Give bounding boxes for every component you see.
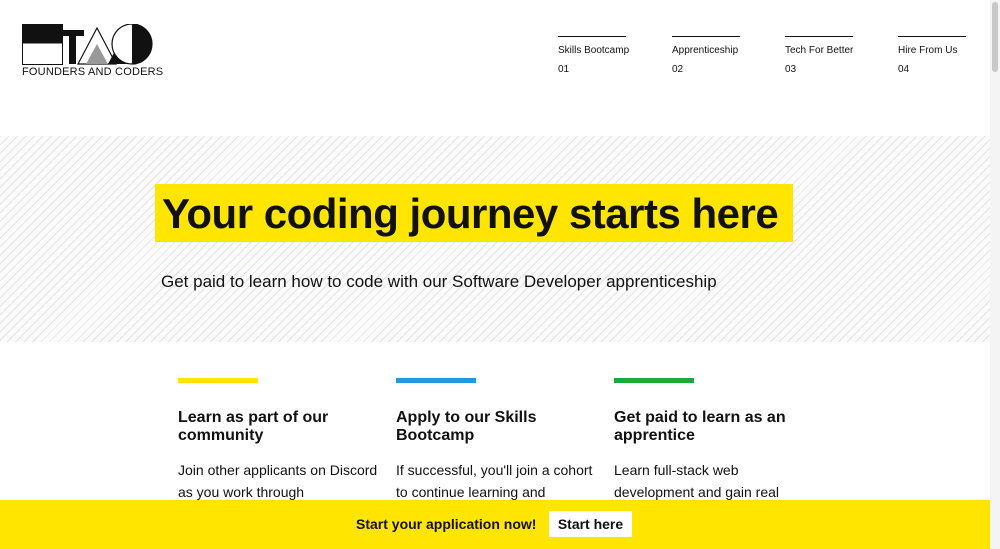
- hero-section: Your coding journey starts here Get paid…: [0, 136, 990, 342]
- step-body: Join other applicants on Discord as you …: [178, 462, 378, 500]
- logo-icon: [22, 24, 153, 65]
- nav-item-label: Apprenticeship: [672, 45, 739, 56]
- nav-item-number: 03: [785, 64, 797, 75]
- step-card-apprentice: Get paid to learn as an apprentice Learn…: [614, 378, 814, 503]
- step-accent-bar: [396, 378, 476, 383]
- nav-item-apprenticeship[interactable]: Apprenticeship 02: [672, 36, 740, 75]
- step-accent-bar: [178, 378, 258, 383]
- start-here-button[interactable]: Start here: [549, 511, 632, 537]
- step-title: Learn as part of our community: [178, 409, 329, 444]
- step-card-community: Learn as part of our community Join othe…: [178, 378, 378, 503]
- nav-item-number: 01: [558, 64, 570, 75]
- logo-text: FOUNDERS AND CODERS: [22, 66, 164, 78]
- nav-item-hire-from-us[interactable]: Hire From Us 04: [898, 36, 966, 75]
- scrollbar-thumb[interactable]: [992, 2, 998, 72]
- nav-item-number: 02: [672, 64, 684, 75]
- step-accent-bar: [614, 378, 694, 383]
- nav-item-label: Hire From Us: [898, 45, 958, 56]
- application-cta-bar: Start your application now! Start here: [0, 500, 990, 549]
- nav-item-label: Tech For Better: [785, 45, 854, 56]
- nav-item-label: Skills Bootcamp: [558, 45, 630, 56]
- step-title: Apply to our Skills Bootcamp: [396, 409, 537, 444]
- step-body: Learn full-stack web development and gai…: [614, 462, 780, 500]
- hero-subtitle: Get paid to learn how to code with our S…: [161, 272, 717, 291]
- cta-text: Start your application now!: [356, 516, 537, 532]
- nav-item-number: 04: [898, 64, 910, 75]
- step-body: If successful, you'll join a cohort to c…: [396, 462, 593, 500]
- step-title: Get paid to learn as an apprentice: [614, 409, 786, 444]
- site-header: FOUNDERS AND CODERS Skills Bootcamp 01 A…: [0, 0, 990, 136]
- logo[interactable]: FOUNDERS AND CODERS: [22, 24, 163, 80]
- nav-item-skills-bootcamp[interactable]: Skills Bootcamp 01: [558, 36, 630, 75]
- step-card-skills-bootcamp: Apply to our Skills Bootcamp If successf…: [396, 378, 596, 503]
- hero-title: Your coding journey starts here: [162, 190, 779, 237]
- page-scrollbar[interactable]: [990, 0, 1000, 549]
- nav-item-tech-for-better[interactable]: Tech For Better 03: [785, 36, 853, 75]
